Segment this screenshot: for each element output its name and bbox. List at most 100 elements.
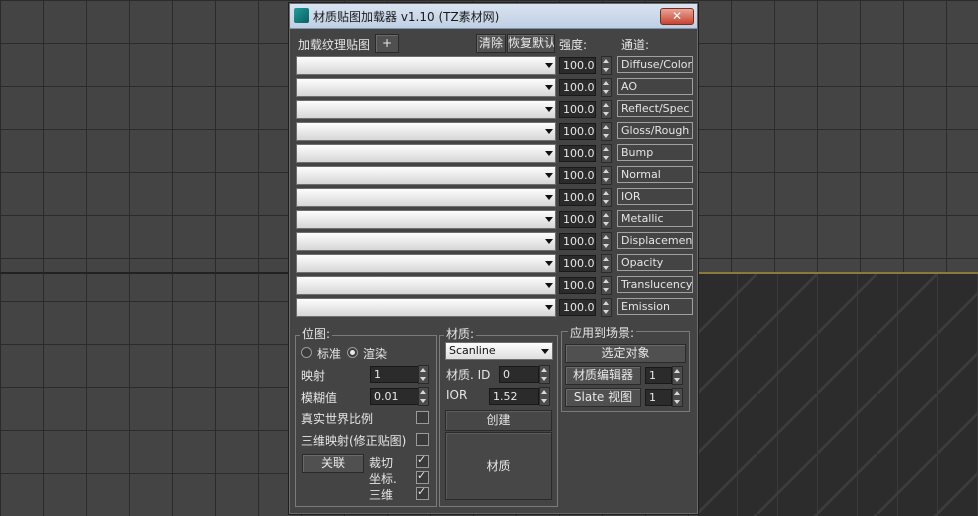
realworld-label: 真实世界比例 bbox=[301, 412, 374, 426]
channel-label[interactable]: Normal bbox=[617, 166, 693, 183]
slate-view-button[interactable]: Slate 视图 bbox=[565, 388, 641, 407]
slate-slot-spinner[interactable] bbox=[672, 388, 683, 407]
channel-label[interactable]: Displacement bbox=[617, 232, 693, 249]
texture-map-dropdown[interactable] bbox=[296, 78, 556, 97]
strength-input[interactable]: 100.0 bbox=[559, 101, 596, 118]
relate-button[interactable]: 关联 bbox=[302, 454, 364, 473]
strength-input[interactable]: 100.0 bbox=[559, 79, 596, 96]
texture-map-dropdown[interactable] bbox=[296, 122, 556, 141]
strength-spinner[interactable] bbox=[601, 210, 612, 229]
texture-map-dropdown[interactable] bbox=[296, 144, 556, 163]
slate-slot-input[interactable]: 1 bbox=[645, 389, 672, 406]
channel-label[interactable]: Emission bbox=[617, 298, 693, 315]
strength-input[interactable]: 100.0 bbox=[559, 189, 596, 206]
mapping-input[interactable]: 1 bbox=[370, 366, 420, 383]
strength-input[interactable]: 100.0 bbox=[559, 299, 596, 316]
channel-label[interactable]: Bump bbox=[617, 144, 693, 161]
texture-map-dropdown[interactable] bbox=[296, 298, 556, 317]
material-editor-slot-spinner[interactable] bbox=[672, 366, 683, 385]
texture-map-dropdown[interactable] bbox=[296, 166, 556, 185]
load-maps-label: 加载纹理贴图 bbox=[298, 38, 371, 52]
map3d-checkbox[interactable] bbox=[416, 433, 429, 446]
material-id-input[interactable]: 0 bbox=[499, 366, 539, 383]
chevron-down-icon bbox=[545, 129, 553, 134]
strength-input[interactable]: 100.0 bbox=[559, 211, 596, 228]
ior-label: IOR bbox=[446, 388, 468, 402]
strength-spinner[interactable] bbox=[601, 100, 612, 119]
strength-input[interactable]: 100.0 bbox=[559, 233, 596, 250]
create-button[interactable]: 创建 bbox=[445, 410, 552, 431]
material-group-title: 材质: bbox=[444, 325, 477, 342]
realworld-checkbox[interactable] bbox=[416, 411, 429, 424]
strength-spinner[interactable] bbox=[601, 122, 612, 141]
strength-spinner[interactable] bbox=[601, 254, 612, 273]
apply-to-scene-title: 应用到场景: bbox=[568, 324, 637, 341]
strength-spinner[interactable] bbox=[601, 166, 612, 185]
channel-label[interactable]: Opacity bbox=[617, 254, 693, 271]
strength-input[interactable]: 100.0 bbox=[559, 277, 596, 294]
titlebar[interactable]: 材质贴图加载器 v1.10 (TZ素材网) ✕ bbox=[290, 4, 697, 29]
threed-checkbox[interactable] bbox=[416, 485, 429, 500]
strength-input[interactable]: 100.0 bbox=[559, 167, 596, 184]
blur-input[interactable]: 0.01 bbox=[370, 388, 420, 405]
strength-spinner[interactable] bbox=[601, 232, 612, 251]
clear-button[interactable]: 清除 bbox=[476, 34, 506, 53]
bitmap-group-title: 位图: bbox=[300, 325, 333, 342]
strength-spinner[interactable] bbox=[601, 298, 612, 317]
texture-map-dropdown[interactable] bbox=[296, 254, 556, 273]
ior-spinner[interactable] bbox=[539, 387, 550, 406]
coord-label: 坐标. bbox=[369, 472, 397, 486]
chevron-down-icon bbox=[545, 261, 553, 266]
crop-checkbox[interactable] bbox=[416, 453, 429, 468]
add-button[interactable]: + bbox=[375, 34, 399, 53]
crop-label: 裁切 bbox=[369, 456, 394, 470]
channel-label[interactable]: Reflect/Spec bbox=[617, 100, 693, 117]
strength-input[interactable]: 100.0 bbox=[559, 255, 596, 272]
blur-label: 模糊值 bbox=[301, 391, 338, 405]
channel-label[interactable]: IOR bbox=[617, 188, 693, 205]
render-radio[interactable] bbox=[347, 347, 358, 358]
chevron-down-icon bbox=[545, 305, 553, 310]
material-type-select[interactable]: Scanline bbox=[445, 342, 553, 360]
channel-label[interactable]: Gloss/Rough bbox=[617, 122, 693, 139]
mapping-spinner[interactable] bbox=[418, 365, 429, 384]
select-objects-button[interactable]: 选定对象 bbox=[565, 344, 686, 363]
chevron-down-icon bbox=[545, 283, 553, 288]
strength-spinner[interactable] bbox=[601, 188, 612, 207]
strength-spinner[interactable] bbox=[601, 276, 612, 295]
texture-map-dropdown[interactable] bbox=[296, 210, 556, 229]
blur-spinner[interactable] bbox=[418, 387, 429, 406]
reset-default-button[interactable]: 恢复默认 bbox=[507, 34, 555, 53]
coord-checkbox[interactable] bbox=[416, 469, 429, 484]
channel-label[interactable]: Diffuse/Color bbox=[617, 56, 693, 73]
app-icon bbox=[294, 8, 309, 23]
chevron-down-icon bbox=[545, 173, 553, 178]
strength-input[interactable]: 100.0 bbox=[559, 123, 596, 140]
channel-label[interactable]: Metallic bbox=[617, 210, 693, 227]
material-id-spinner[interactable] bbox=[539, 365, 550, 384]
standard-radio[interactable] bbox=[301, 347, 312, 358]
chevron-down-icon bbox=[545, 63, 553, 68]
standard-label: 标准 bbox=[317, 347, 342, 361]
viewport-perspective-floor bbox=[697, 272, 978, 516]
material-editor-button[interactable]: 材质编辑器 bbox=[565, 366, 641, 385]
channel-label[interactable]: Translucency bbox=[617, 276, 693, 293]
texture-map-dropdown[interactable] bbox=[296, 232, 556, 251]
strength-spinner[interactable] bbox=[601, 78, 612, 97]
material-id-label: 材质. ID bbox=[446, 368, 491, 382]
strength-spinner[interactable] bbox=[601, 56, 612, 75]
strength-spinner[interactable] bbox=[601, 144, 612, 163]
chevron-down-icon bbox=[545, 195, 553, 200]
material-preview-button[interactable]: 材质 bbox=[445, 432, 552, 500]
material-editor-slot-input[interactable]: 1 bbox=[645, 367, 672, 384]
chevron-down-icon bbox=[545, 217, 553, 222]
close-button[interactable]: ✕ bbox=[660, 8, 694, 25]
strength-input[interactable]: 100.0 bbox=[559, 57, 596, 74]
channel-label[interactable]: AO bbox=[617, 78, 693, 95]
ior-input[interactable]: 1.52 bbox=[489, 388, 539, 405]
texture-map-dropdown[interactable] bbox=[296, 100, 556, 119]
texture-map-dropdown[interactable] bbox=[296, 56, 556, 75]
strength-input[interactable]: 100.0 bbox=[559, 145, 596, 162]
texture-map-dropdown[interactable] bbox=[296, 276, 556, 295]
texture-map-dropdown[interactable] bbox=[296, 188, 556, 207]
